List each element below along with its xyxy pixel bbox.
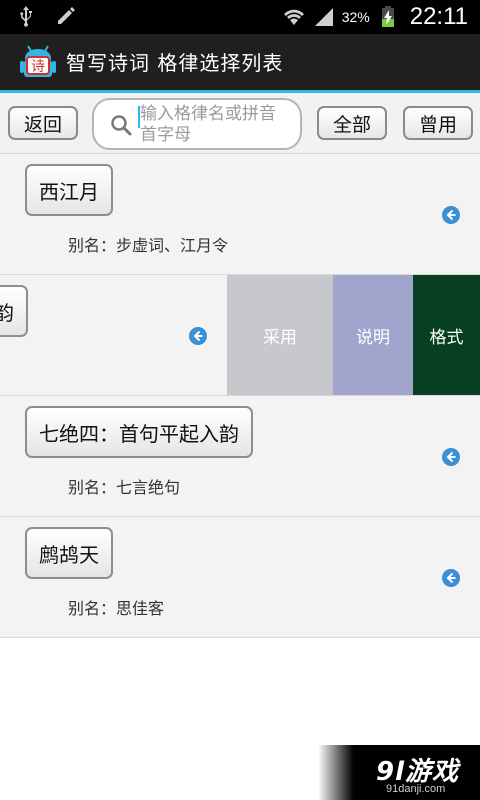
- pattern-name-button[interactable]: 入韵: [0, 285, 28, 337]
- toolbar: 返回 全部 曾用: [0, 93, 480, 154]
- pattern-name-button[interactable]: 西江月: [25, 164, 113, 216]
- search-icon: [111, 115, 132, 136]
- wifi-icon: [283, 9, 304, 25]
- pattern-name-button[interactable]: 七绝四：首句平起入韵: [25, 406, 253, 458]
- explain-button[interactable]: 说明: [333, 275, 413, 395]
- signal-icon: [314, 8, 333, 26]
- arrow-left-icon[interactable]: [442, 206, 460, 224]
- arrow-left-icon[interactable]: [442, 448, 460, 466]
- list-item[interactable]: 鹧鸪天 别名：思佳客: [0, 517, 480, 638]
- list-item[interactable]: 入韵 采用 说明 格式: [0, 275, 480, 396]
- list-item[interactable]: 西江月 别名：步虚词、江月令: [0, 154, 480, 275]
- all-button[interactable]: 全部: [317, 106, 387, 140]
- battery-charging-icon: [381, 6, 394, 27]
- swipe-actions: 采用 说明 格式: [227, 275, 480, 395]
- pattern-alias: 别名：七言绝句: [68, 478, 181, 497]
- app-title: 智写诗词 格律选择列表: [66, 51, 284, 75]
- adopt-button[interactable]: 采用: [227, 275, 333, 395]
- app-logo-icon[interactable]: 诗: [18, 42, 58, 82]
- battery-percent: 32%: [341, 9, 370, 25]
- back-button[interactable]: 返回: [8, 106, 78, 140]
- list-item[interactable]: 七绝四：首句平起入韵 别名：七言绝句: [0, 396, 480, 517]
- pattern-alias: 别名：步虚词、江月令: [68, 236, 229, 255]
- status-bar: 32% 22:11: [0, 0, 480, 34]
- search-box[interactable]: [92, 98, 302, 150]
- watermark: 9l游戏 91danji.com: [318, 745, 480, 800]
- watermark-url: 91danji.com: [386, 783, 446, 795]
- pencil-icon: [58, 7, 75, 24]
- pattern-name-button[interactable]: 鹧鸪天: [25, 527, 113, 579]
- recently-used-button[interactable]: 曾用: [403, 106, 473, 140]
- app-logo-text: 诗: [31, 59, 45, 75]
- tune-pattern-list: 西江月 别名：步虚词、江月令 入韵 采用 说明 格式 七绝四：首句平起入韵 别名…: [0, 154, 480, 638]
- action-bar: 诗 智写诗词 格律选择列表: [0, 34, 480, 90]
- search-input[interactable]: [140, 102, 290, 148]
- pattern-alias: 别名：思佳客: [68, 599, 165, 618]
- usb-icon: [20, 6, 32, 27]
- clock: 22:11: [409, 3, 468, 30]
- arrow-left-icon[interactable]: [189, 327, 207, 345]
- arrow-left-icon[interactable]: [442, 569, 460, 587]
- format-button[interactable]: 格式: [413, 275, 480, 395]
